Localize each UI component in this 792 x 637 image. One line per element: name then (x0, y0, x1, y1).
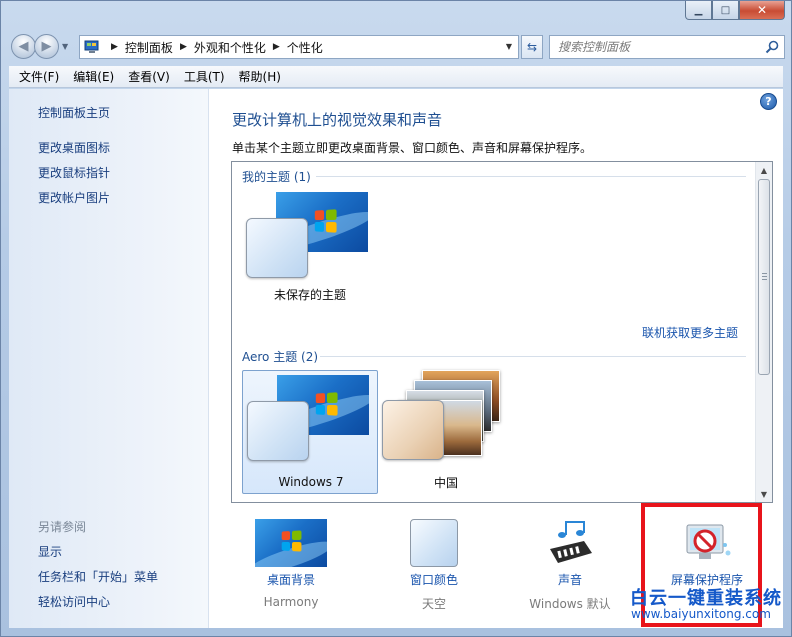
theme-list: 我的主题 (1) 未保存的主题 联机获取更多主题 Aero 主题 (2) Win… (231, 161, 773, 503)
breadcrumb-appearance[interactable]: 外观和个性化 (194, 39, 266, 56)
windows-logo-icon (315, 392, 338, 416)
menu-tools[interactable]: 工具(T) (178, 68, 231, 85)
breadcrumb-separator-icon[interactable]: ▶ (180, 42, 187, 52)
theme-tile-windows7[interactable]: Windows 7 (242, 370, 378, 494)
theme-label: 中国 (433, 476, 458, 490)
sidebar-link-desktop-icons[interactable]: 更改桌面图标 (38, 139, 110, 156)
sidebar-link-mouse-pointers[interactable]: 更改鼠标指针 (38, 164, 110, 181)
refresh-button[interactable]: ⇆ (521, 35, 543, 59)
window-color-button[interactable]: 窗口颜色 天空 (374, 519, 494, 612)
group-divider (316, 176, 746, 177)
address-dropdown-icon[interactable]: ▼ (506, 42, 512, 51)
search-icon[interactable] (765, 40, 779, 54)
breadcrumb-personalization[interactable]: 个性化 (287, 39, 323, 56)
see-also-ease-of-access[interactable]: 轻松访问中心 (38, 593, 110, 610)
theme-list-scrollbar[interactable]: ▲ ▼ (755, 162, 772, 502)
watermark-url: www.baiyunxitong.com (631, 607, 771, 621)
back-button[interactable]: ◀ (11, 34, 36, 59)
menu-bar: 文件(F) 编辑(E) 查看(V) 工具(T) 帮助(H) (9, 66, 783, 88)
theme-tile-china[interactable]: 中国 (378, 370, 514, 494)
wallpaper-icon (255, 519, 327, 567)
sound-icon (544, 519, 596, 567)
get-more-themes-link[interactable]: 联机获取更多主题 (642, 324, 738, 341)
menu-edit[interactable]: 编辑(E) (67, 68, 120, 85)
sidebar-link-control-panel-home[interactable]: 控制面板主页 (38, 104, 110, 121)
search-input[interactable] (558, 40, 758, 54)
desktop-background-value: Harmony (263, 595, 319, 609)
search-box (549, 35, 785, 59)
breadcrumb-separator-icon[interactable]: ▶ (111, 42, 118, 52)
my-themes-heading[interactable]: 我的主题 (1) (242, 168, 311, 185)
see-also-display[interactable]: 显示 (38, 543, 62, 560)
back-forward-group: ◀ ▶ ▼ (11, 34, 68, 59)
theme-color-swatch (247, 401, 309, 461)
desktop-background-button[interactable]: 桌面背景 Harmony (231, 519, 351, 609)
theme-color-swatch (382, 400, 444, 460)
page-description: 单击某个主题立即更改桌面背景、窗口颜色、声音和屏幕保护程序。 (232, 141, 593, 155)
address-bar[interactable]: ▶ 控制面板 ▶ 外观和个性化 ▶ 个性化 ▼ (79, 35, 519, 59)
back-arrow-icon: ◀ (18, 39, 29, 54)
caption-buttons: ▁ □ ✕ (685, 1, 785, 20)
breadcrumb-control-panel[interactable]: 控制面板 (125, 39, 173, 56)
sounds-value: Windows 默认 (529, 597, 611, 611)
page-title: 更改计算机上的视觉效果和声音 (232, 111, 443, 129)
help-icon[interactable]: ? (760, 93, 777, 110)
breadcrumb-label: 个性化 (286, 40, 323, 55)
menu-file[interactable]: 文件(F) (13, 68, 65, 85)
maximize-button[interactable]: □ (712, 1, 739, 20)
minimize-button[interactable]: ▁ (685, 1, 712, 20)
breadcrumb-label: 控制面板 (124, 40, 173, 55)
sounds-label: 声音 (557, 573, 582, 587)
breadcrumb-separator-icon[interactable]: ▶ (273, 42, 280, 52)
scroll-down-icon[interactable]: ▼ (756, 486, 772, 502)
control-panel-icon (84, 40, 100, 54)
theme-tile-unsaved[interactable]: 未保存的主题 (242, 186, 378, 310)
windows-logo-icon (314, 209, 337, 233)
aero-themes-heading[interactable]: Aero 主题 (2) (242, 348, 318, 365)
navigation-bar: ◀ ▶ ▼ ▶ 控制面板 ▶ 外观和个性化 ▶ 个性化 ▼ ⇆ (9, 33, 785, 61)
sounds-button[interactable]: 声音 Windows 默认 (510, 519, 630, 612)
menu-view[interactable]: 查看(V) (122, 68, 176, 85)
window-color-icon (410, 519, 458, 567)
theme-label: 未保存的主题 (273, 288, 346, 302)
breadcrumb-label: 外观和个性化 (193, 40, 266, 55)
theme-label: Windows 7 (278, 475, 344, 489)
group-divider (320, 356, 746, 357)
menu-help[interactable]: 帮助(H) (233, 68, 287, 85)
forward-button[interactable]: ▶ (34, 34, 59, 59)
task-pane: 控制面板主页 更改桌面图标 更改鼠标指针 更改帐户图片 另请参阅 显示 任务栏和… (9, 89, 209, 628)
close-button[interactable]: ✕ (739, 1, 785, 20)
sidebar-link-account-picture[interactable]: 更改帐户图片 (38, 189, 110, 206)
recent-pages-dropdown-icon[interactable]: ▼ (62, 42, 68, 51)
see-also-heading: 另请参阅 (38, 520, 87, 534)
window-color-value: 天空 (421, 597, 446, 611)
scroll-up-icon[interactable]: ▲ (756, 162, 772, 178)
forward-arrow-icon: ▶ (41, 39, 52, 54)
refresh-icon: ⇆ (526, 40, 538, 54)
desktop-background-label: 桌面背景 (266, 573, 315, 587)
scroll-thumb[interactable] (758, 179, 770, 375)
see-also-taskbar[interactable]: 任务栏和「开始」菜单 (38, 568, 158, 585)
window-color-label: 窗口颜色 (409, 573, 458, 587)
theme-color-swatch (246, 218, 308, 278)
